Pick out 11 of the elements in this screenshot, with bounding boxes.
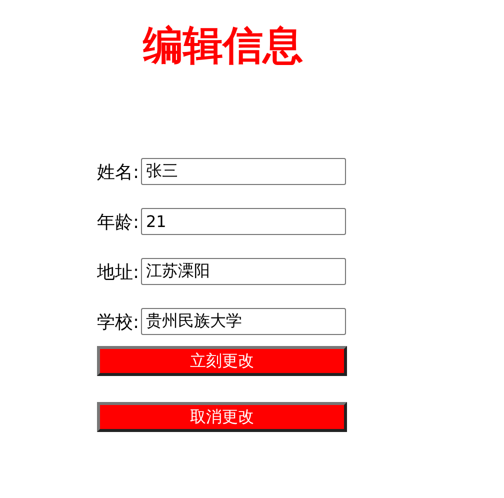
input-field[interactable]: 21 xyxy=(141,208,346,235)
field-label: 地址: xyxy=(97,260,140,284)
page-title: 编辑信息 xyxy=(143,22,304,71)
field-label: 学校: xyxy=(97,310,140,334)
input-field[interactable]: 江苏溧阳 xyxy=(141,258,346,285)
submit-button[interactable]: 立刻更改 xyxy=(97,346,347,376)
cancel-button[interactable]: 取消更改 xyxy=(97,402,347,432)
input-field[interactable]: 贵州民族大学 xyxy=(141,308,346,335)
field-label: 姓名: xyxy=(97,160,140,184)
field-label: 年龄: xyxy=(97,210,140,234)
input-field[interactable]: 张三 xyxy=(141,158,346,185)
